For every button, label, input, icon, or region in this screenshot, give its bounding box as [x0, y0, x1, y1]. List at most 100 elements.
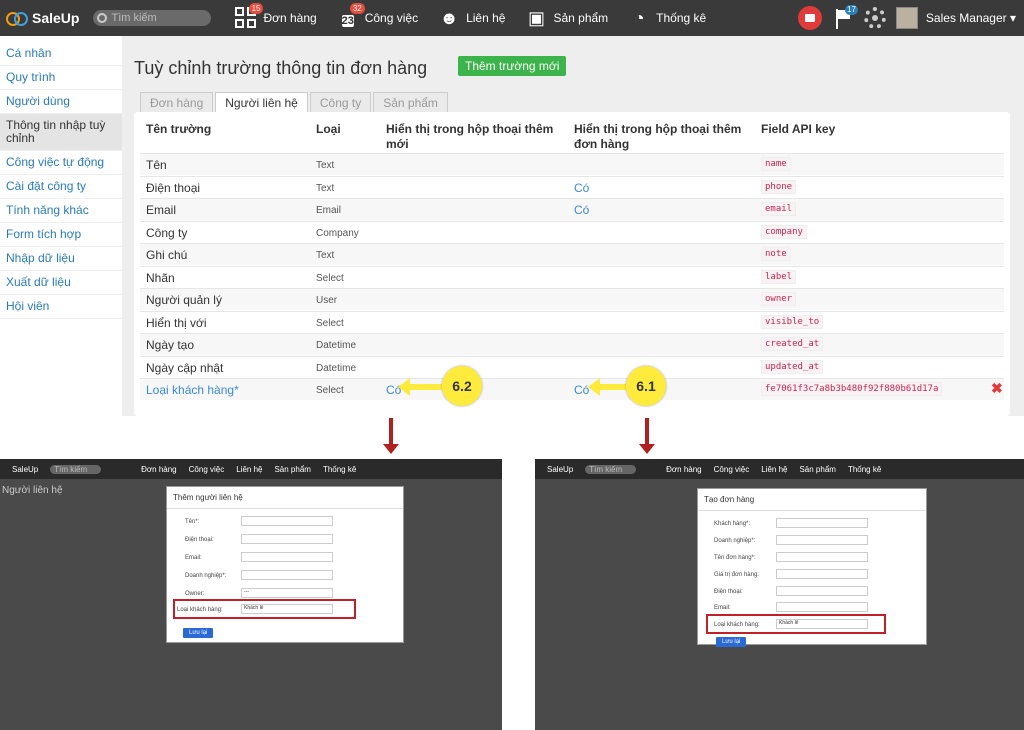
nav-statistics-label: Thống kê: [656, 11, 707, 25]
field-name: Ghi chú: [146, 248, 188, 262]
sidebar-item-import[interactable]: Nhập dữ liệu: [0, 247, 122, 271]
field-type: User: [316, 295, 338, 306]
api-key: name: [761, 157, 791, 171]
sidebar-item-membership[interactable]: Hội viên: [0, 295, 122, 319]
field-name: Nhãn: [146, 270, 175, 285]
order-value-input[interactable]: [776, 569, 868, 579]
column-header-show-order: Hiển thị trong hộp thoại thêm đơn hàng: [574, 122, 742, 151]
order-name-input[interactable]: [776, 552, 868, 562]
flag-notifications-icon[interactable]: 17: [834, 5, 858, 29]
email-input-right[interactable]: [776, 602, 868, 612]
page-title: Tuỳ chỉnh trường thông tin đơn hàng: [134, 58, 428, 78]
table-row: Hiển thị với Select visible_to: [140, 310, 1004, 333]
mini-search-right: Tìm kiếm: [585, 464, 637, 474]
sidebar-item-company-settings[interactable]: Cài đặt công ty: [0, 175, 122, 199]
tab-contacts[interactable]: Người liên hệ: [215, 92, 308, 112]
down-arrow-right: [639, 418, 655, 454]
field-label-name: Tên*:: [185, 519, 200, 525]
field-name: Hiển thị với: [146, 315, 207, 330]
sidebar-item-users[interactable]: Người dùng: [0, 90, 122, 114]
business-input[interactable]: [776, 535, 868, 545]
saleup-logo[interactable]: SaleUp: [6, 10, 79, 26]
field-type: Email: [316, 205, 342, 216]
field-label-email: Email:: [185, 555, 202, 561]
delete-icon[interactable]: ✖: [991, 380, 1003, 397]
field-name: Email: [146, 203, 177, 217]
email-input[interactable]: [241, 552, 333, 562]
table-row: Ngày tạo Datetime created_at: [140, 333, 1004, 355]
avatar[interactable]: [895, 7, 918, 29]
nav-statistics[interactable]: ◔ Thống kê: [618, 0, 716, 36]
record-video-icon[interactable]: [797, 6, 822, 30]
user-menu[interactable]: Sales Manager ▾: [926, 11, 1016, 25]
create-order-dialog: Tạo đơn hàng Khách hàng*: Doanh nghiệp*:…: [697, 488, 927, 647]
column-header-type: Loại: [316, 122, 341, 136]
mini-nav-products-right: Sản phẩm: [799, 464, 836, 474]
field-type: Text: [316, 250, 335, 261]
sidebar-item-integration-forms[interactable]: Form tích hợp: [0, 223, 122, 247]
api-key: label: [761, 269, 797, 284]
nav-orders[interactable]: 15 Đơn hàng: [225, 0, 326, 36]
phone-input[interactable]: [241, 534, 333, 544]
add-field-button[interactable]: Thêm trường mới: [458, 56, 567, 76]
dialog-title: Thêm người liên hệ: [167, 487, 403, 509]
add-contact-screenshot: SaleUp Tìm kiếm Đơn hàng Công việc Liên …: [0, 459, 502, 730]
field-label-order-name: Tên đơn hàng*:: [714, 555, 756, 561]
tab-orders[interactable]: Đơn hàng: [140, 92, 214, 112]
products-cube-icon: ▣: [527, 8, 545, 28]
name-input[interactable]: [241, 516, 333, 526]
sidebar-item-process[interactable]: Quy trình: [0, 66, 122, 90]
sidebar-item-automation[interactable]: Công việc tự động: [0, 151, 122, 175]
tasks-badge: 32: [349, 3, 365, 14]
mini-topbar: SaleUp Tìm kiếm Đơn hàng Công việc Liên …: [0, 459, 502, 479]
tab-companies[interactable]: Công ty: [309, 92, 372, 112]
field-type: Select: [316, 272, 344, 284]
gear-icon[interactable]: [863, 7, 886, 29]
mini-nav-orders-right: Đơn hàng: [666, 464, 702, 474]
phone-input-right[interactable]: [776, 586, 868, 596]
nav-contacts[interactable]: ☻ Liên hệ: [428, 0, 515, 36]
highlight-box-right: [706, 614, 886, 634]
search-input[interactable]: Tìm kiếm: [93, 10, 212, 26]
show-in-order-dialog: Có: [574, 203, 590, 217]
nav-tasks[interactable]: 23 32 Công việc: [327, 0, 428, 36]
company-input[interactable]: [241, 570, 333, 580]
save-button[interactable]: Lưu lại: [183, 628, 214, 638]
field-label-business: Doanh nghiệp*:: [714, 538, 756, 544]
sidebar-item-other-features[interactable]: Tính năng khác: [0, 199, 122, 223]
search-placeholder: Tìm kiếm: [111, 12, 157, 24]
top-navigation-bar: SaleUp Tìm kiếm 15 Đơn hàng 23 32 Công vi…: [0, 0, 1024, 36]
api-key: email: [761, 202, 797, 216]
field-name[interactable]: Loại khách hàng*: [146, 383, 239, 397]
field-type: Text: [316, 160, 335, 171]
mini-nav-orders: Đơn hàng: [141, 464, 177, 474]
api-key: phone: [761, 179, 797, 194]
mini-nav-tasks-right: Công việc: [713, 464, 750, 474]
saleup-logo-icon: [6, 11, 28, 26]
callout-6-1: 6.1: [626, 366, 666, 406]
mini-nav-contacts: Liên hệ: [236, 464, 263, 474]
search-icon: [97, 13, 108, 23]
sidebar-item-custom-fields[interactable]: Thông tin nhập tuỳ chỉnh: [0, 114, 122, 151]
sidebar-item-personal[interactable]: Cá nhân: [0, 42, 122, 66]
owner-select[interactable]: ---: [241, 588, 333, 598]
entity-tabs: Đơn hàng Người liên hệ Công ty Sản phẩm: [140, 92, 450, 112]
tab-products[interactable]: Sản phẩm: [373, 92, 448, 112]
mini-nav-statistics: Thống kê: [322, 464, 357, 474]
nav-contacts-label: Liên hệ: [466, 11, 506, 25]
field-label-order-value: Giá trị đơn hàng:: [714, 572, 759, 578]
nav-products[interactable]: ▣ Sản phẩm: [515, 0, 618, 36]
api-key: note: [761, 247, 791, 261]
mini-nav-contacts-right: Liên hệ: [761, 464, 788, 474]
gauge-icon: ◔: [633, 8, 645, 28]
field-name: Điện thoại: [146, 180, 201, 195]
field-type: Datetime: [316, 340, 357, 351]
field-label-phone-right: Điện thoại:: [714, 589, 743, 595]
add-contact-dialog: Thêm người liên hệ Tên*: Điện thoại: Ema…: [166, 486, 404, 643]
nav-products-label: Sản phẩm: [553, 11, 609, 25]
sidebar-item-export[interactable]: Xuất dữ liệu: [0, 271, 122, 295]
save-button-right[interactable]: Lưu lại: [716, 637, 747, 647]
field-label-company: Doanh nghiệp*:: [185, 573, 227, 579]
customer-input[interactable]: [776, 518, 868, 528]
table-row: Email Email Có email: [140, 198, 1004, 220]
